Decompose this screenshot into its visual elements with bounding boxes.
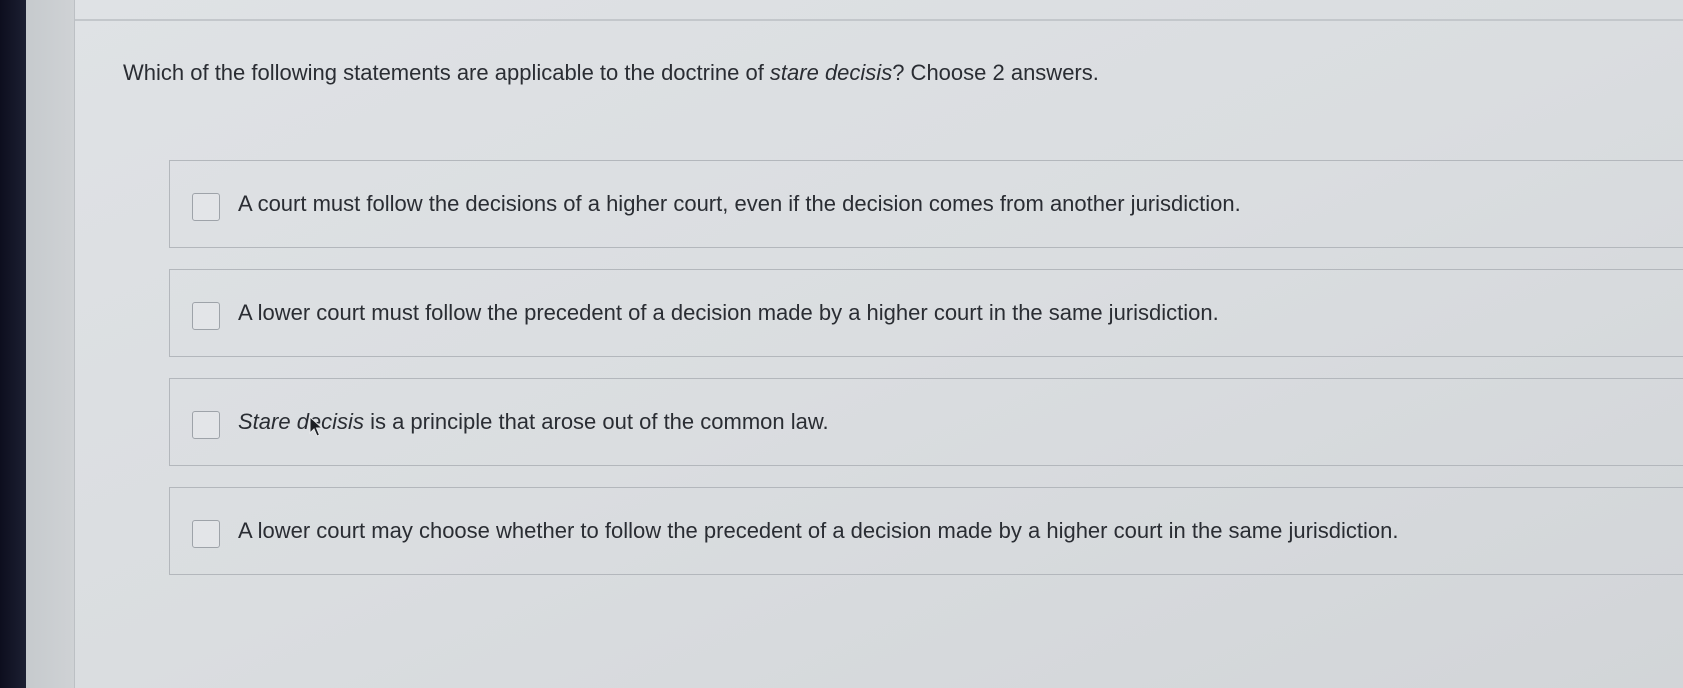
answer-option-label: Stare decisis is a principle that arose … — [238, 409, 829, 435]
answer-option-italic: Stare decisis — [238, 409, 364, 434]
empty-checkbox-icon[interactable] — [192, 520, 220, 548]
empty-checkbox-icon[interactable] — [192, 302, 220, 330]
answer-option-3[interactable]: Stare decisis is a principle that arose … — [169, 378, 1683, 466]
answer-option-label: A lower court must follow the precedent … — [238, 300, 1219, 326]
empty-checkbox-icon[interactable] — [192, 193, 220, 221]
answer-option-1[interactable]: A court must follow the decisions of a h… — [169, 160, 1683, 248]
answer-option-text: is a principle that arose out of the com… — [363, 409, 829, 434]
question-prompt: Which of the following statements are ap… — [123, 60, 1099, 86]
answer-option-label: A lower court may choose whether to foll… — [238, 518, 1399, 544]
question-tail: ? Choose 2 answers. — [892, 60, 1099, 85]
mouse-pointer-icon — [309, 416, 323, 437]
answer-option-4[interactable]: A lower court may choose whether to foll… — [169, 487, 1683, 575]
empty-checkbox-icon[interactable] — [192, 411, 220, 439]
question-lead: Which of the following statements are ap… — [123, 60, 770, 85]
top-divider — [75, 19, 1683, 21]
answer-option-text: A lower court may choose whether to foll… — [238, 518, 1399, 543]
screen-bezel — [0, 0, 26, 688]
left-margin-strip — [26, 0, 75, 688]
answer-option-text: A lower court must follow the precedent … — [238, 300, 1219, 325]
answer-option-label: A court must follow the decisions of a h… — [238, 191, 1241, 217]
answer-option-2[interactable]: A lower court must follow the precedent … — [169, 269, 1683, 357]
answer-option-text: A court must follow the decisions of a h… — [238, 191, 1241, 216]
question-term: stare decisis — [769, 60, 893, 85]
